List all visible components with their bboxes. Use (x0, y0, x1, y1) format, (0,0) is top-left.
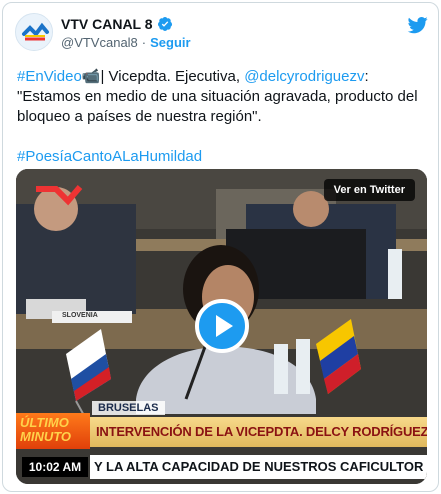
tweet-colon: : (364, 68, 369, 85)
account-name[interactable]: VTV CANAL 8 (61, 16, 153, 32)
tweet-header: VTV CANAL 8 @VTVcanal8 · Seguir (15, 13, 429, 53)
play-icon (216, 315, 233, 337)
video-player[interactable]: SLOVENIA Ver en Twitter ÚLTIMO MINUTO BR… (16, 169, 427, 484)
mention-delcyrodriguezv[interactable]: @delcyrodriguezv (244, 68, 364, 85)
headline-banner: INTERVENCIÓN DE LA VICEPDTA. DELCY RODRÍ… (90, 417, 427, 447)
tweet-role-text: | Vicepdta. Ejecutiva, (100, 68, 245, 85)
account-handle[interactable]: @VTVcanal8 (61, 35, 138, 50)
play-button[interactable] (195, 299, 249, 353)
camera-emoji: 📹 (81, 68, 101, 85)
avatar[interactable] (15, 13, 53, 51)
hashtag-envideo[interactable]: #EnVideo (17, 68, 82, 85)
follow-button[interactable]: Seguir (150, 35, 190, 50)
news-ticker: Y LA ALTA CAPACIDAD DE NUESTROS CAFICULT… (90, 455, 427, 479)
nameplate-label: SLOVENIA (62, 312, 98, 319)
twitter-bird-icon[interactable] (407, 15, 429, 35)
broadcast-time: 10:02 AM (22, 457, 88, 477)
vtv-logo-icon (16, 14, 52, 50)
verified-badge-icon (157, 17, 172, 31)
location-label: BRUSELAS (92, 401, 165, 415)
hashtag-poesia[interactable]: #PoesíaCantoALaHumildad (17, 148, 202, 165)
breaking-news-badge: ÚLTIMO MINUTO (16, 413, 90, 449)
tweet-quote: "Estamos en medio de una situación agrav… (17, 88, 418, 125)
view-on-twitter-button[interactable]: Ver en Twitter (323, 179, 415, 201)
separator-dot: · (141, 35, 147, 50)
tweet-text: #EnVideo📹| Vicepdta. Ejecutiva, @delcyro… (17, 67, 431, 167)
